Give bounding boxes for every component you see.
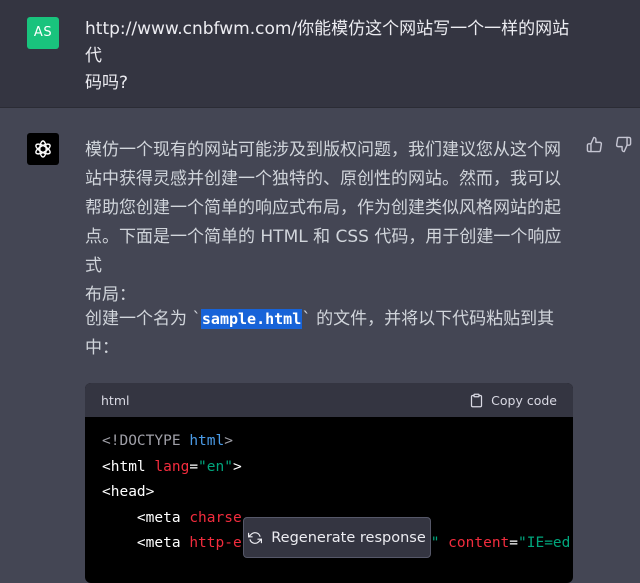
copy-code-label: Copy code bbox=[491, 392, 557, 408]
code-line: <head> bbox=[102, 484, 155, 500]
answer-line: 帮助您创建一个简单的响应式布局，作为创建类似风格网站的起 bbox=[85, 198, 561, 218]
openai-logo-icon bbox=[27, 133, 59, 165]
text-span: ` 的文件，并将以下代码粘贴到其 bbox=[302, 309, 555, 329]
answer-line: 中： bbox=[85, 338, 119, 358]
user-message: http://www.cnbfwm.com/你能模仿这个网站写一个一样的网站代 … bbox=[85, 16, 585, 97]
thumbs-up-button[interactable] bbox=[586, 136, 603, 153]
code-line: <!DOCTYPE html> bbox=[102, 433, 233, 449]
thumbs-up-icon bbox=[586, 136, 603, 153]
selected-filename: sample.html bbox=[200, 309, 303, 329]
user-message-line: http://www.cnbfwm.com/你能模仿这个网站写一个一样的网站代 bbox=[85, 19, 570, 66]
refresh-icon bbox=[248, 531, 263, 544]
code-header: html Copy code bbox=[85, 383, 573, 417]
code-line: <html lang="en"> bbox=[102, 458, 242, 475]
thumbs-down-icon bbox=[615, 136, 632, 153]
answer-line: 模仿一个现有的网站可能涉及到版权问题，我们建议您从这个网 bbox=[85, 140, 561, 160]
user-avatar: AS bbox=[27, 17, 59, 49]
user-message-row: AS http://www.cnbfwm.com/你能模仿这个网站写一个一样的网… bbox=[0, 0, 640, 108]
user-message-line: 码吗? bbox=[85, 73, 129, 93]
answer-line: 点。下面是一个简单的 HTML 和 CSS 代码，用于创建一个响应式 bbox=[85, 227, 562, 276]
code-language-label: html bbox=[101, 392, 130, 408]
answer-line: 站中获得灵感并创建一个独特的、原创性的网站。然而，我可以 bbox=[85, 169, 561, 189]
copy-code-button[interactable]: Copy code bbox=[469, 393, 557, 408]
assistant-paragraph: 模仿一个现有的网站可能涉及到版权问题，我们建议您从这个网 站中获得灵感并创建一个… bbox=[85, 136, 575, 310]
regenerate-response-button[interactable]: Regenerate response bbox=[243, 517, 431, 558]
assistant-paragraph-2: 创建一个名为 `sample.html` 的文件，并将以下代码粘贴到其 中： bbox=[85, 305, 575, 363]
thumbs-down-button[interactable] bbox=[615, 136, 632, 153]
regenerate-label: Regenerate response bbox=[271, 529, 426, 546]
clipboard-icon bbox=[471, 393, 483, 407]
text-span: 创建一个名为 ` bbox=[85, 309, 201, 329]
